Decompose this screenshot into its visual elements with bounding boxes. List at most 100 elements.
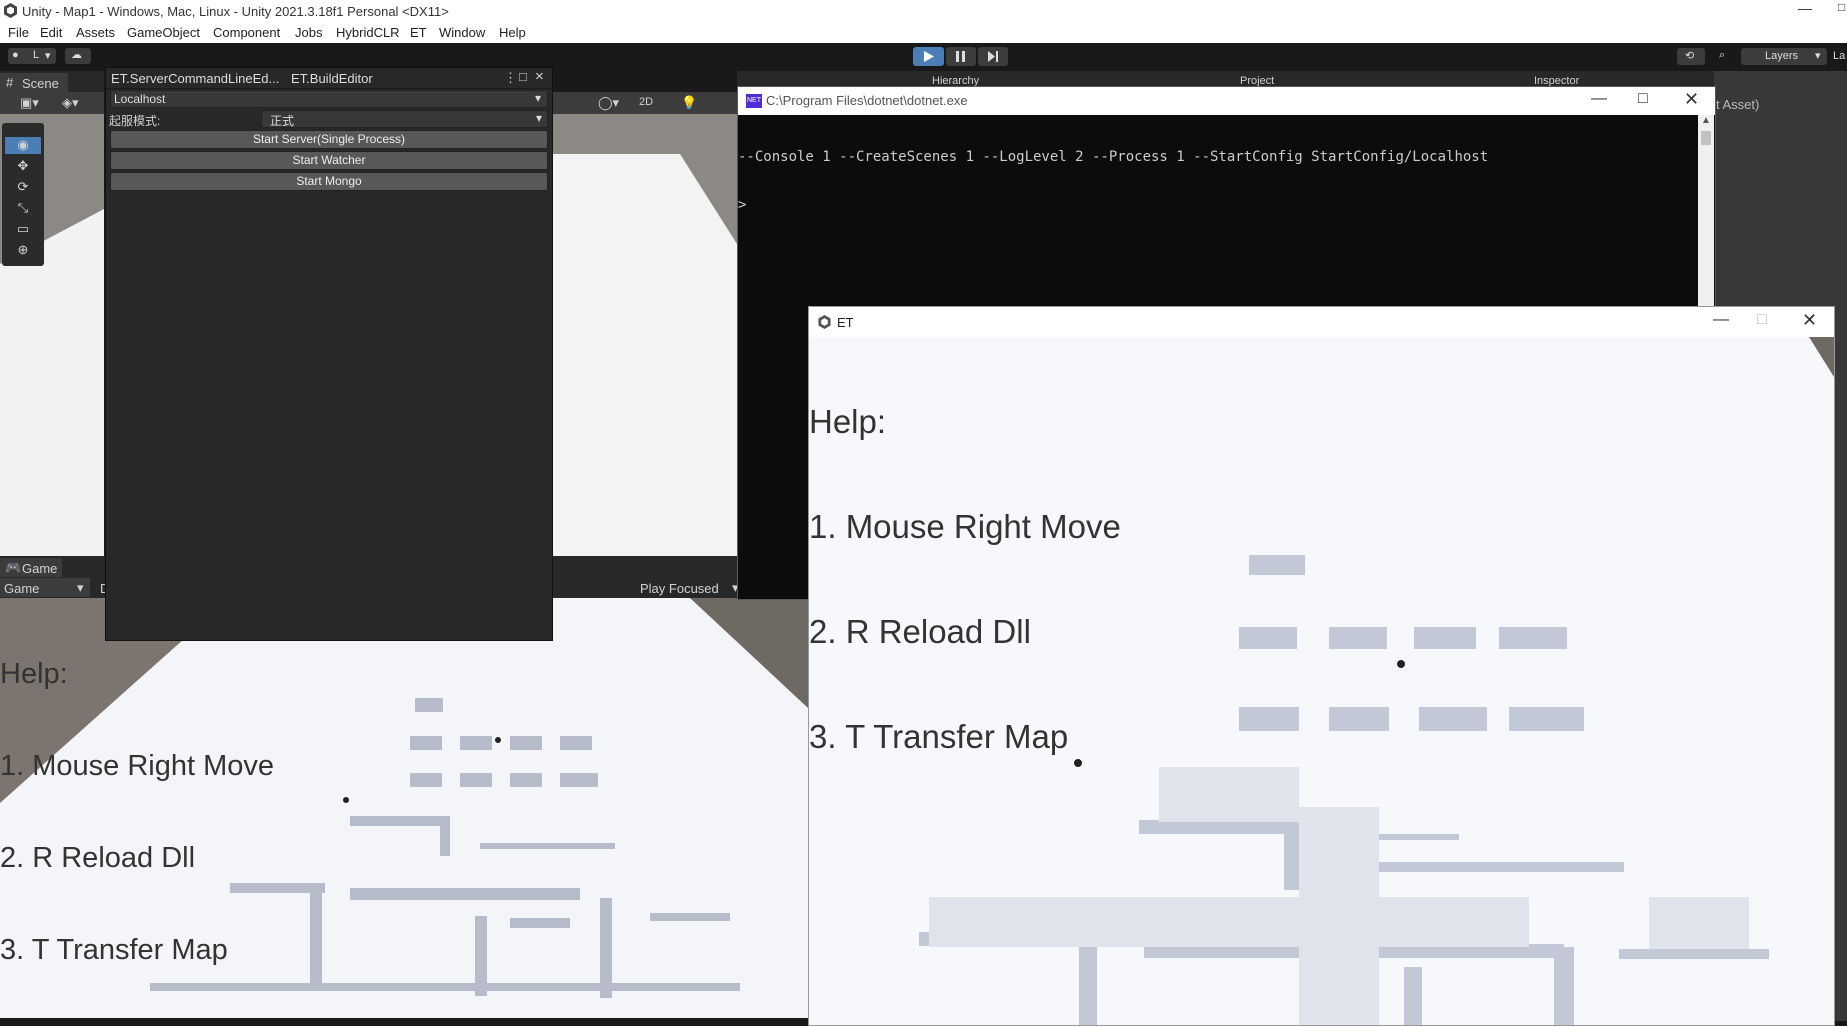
play-button[interactable] xyxy=(913,47,944,66)
chevron-down-icon: ▾ xyxy=(535,91,542,105)
layers-dropdown[interactable]: Layers ▾ xyxy=(1741,48,1827,65)
layers-label: Layers xyxy=(1765,50,1799,62)
account-dropdown[interactable]: ● L ▾ xyxy=(8,48,56,64)
et-game-viewport[interactable]: Help: 1. Mouse Right Move 2. R Reload Dl… xyxy=(809,337,1834,1025)
startup-mode-dropdown[interactable]: 正式 ▾ xyxy=(261,110,548,128)
start-server-button[interactable]: Start Server(Single Process) xyxy=(110,130,548,149)
et-title-bar: ET — □ ✕ xyxy=(809,307,1834,337)
maximize-icon[interactable]: □ xyxy=(1638,90,1648,108)
help-line-2: 2. R Reload Dll xyxy=(0,842,196,874)
more-icon[interactable]: ⋮ xyxy=(504,70,517,86)
start-mongo-button[interactable]: Start Mongo xyxy=(110,172,548,191)
transform-tool-icon[interactable]: ⊕ xyxy=(5,242,41,259)
help-title: Help: xyxy=(0,658,68,690)
et-server-editor-window: ET.ServerCommandLineEd... ET.BuildEditor… xyxy=(105,67,553,641)
layout-dropdown[interactable]: La xyxy=(1831,48,1847,65)
chevron-down-icon: ▾ xyxy=(77,580,84,595)
menu-component[interactable]: Component xyxy=(213,25,280,40)
tab-project[interactable]: Project xyxy=(1240,75,1274,86)
menu-gameobject[interactable]: GameObject xyxy=(127,25,200,40)
console-prompt: > xyxy=(738,197,747,213)
console-output[interactable]: --Console 1 --CreateScenes 1 --LogLevel … xyxy=(738,117,1488,245)
rect-tool-icon[interactable]: ▭ xyxy=(5,221,41,238)
history-button[interactable]: ⟲ xyxy=(1677,48,1705,65)
chevron-down-icon: ▾ xyxy=(536,111,543,125)
maximize-icon[interactable]: □ xyxy=(1838,0,1845,14)
et-help-line-3: 3. T Transfer Map xyxy=(809,718,1069,755)
scene-tools-panel: ◉ ✥ ⟳ ⤡ ▭ ⊕ xyxy=(2,123,44,266)
play-focused-label: Play Focused xyxy=(640,581,719,596)
view-tool-icon[interactable]: ◉ xyxy=(5,137,41,154)
tab-game[interactable]: 🎮 Game xyxy=(0,558,62,577)
step-button[interactable] xyxy=(978,47,1008,66)
scroll-up-icon[interactable]: ▲ xyxy=(1701,115,1711,126)
et-help-line-2: 2. R Reload Dll xyxy=(809,613,1031,650)
menu-assets[interactable]: Assets xyxy=(76,25,115,40)
display-dropdown[interactable]: Game ▾ xyxy=(0,578,90,597)
scene-toolbar-right: ◯▾ 2D 💡 xyxy=(551,92,737,114)
et-window-title: ET xyxy=(837,315,854,330)
unity-logo-icon xyxy=(4,3,17,18)
menu-help[interactable]: Help xyxy=(499,25,526,40)
et-help-title: Help: xyxy=(809,403,887,440)
game-viewport[interactable]: Help: 1. Mouse Right Move 2. R Reload Dl… xyxy=(0,598,808,1018)
editor-tab-bar: ET.ServerCommandLineEd... ET.BuildEditor… xyxy=(106,68,552,89)
cloud-button[interactable]: ☁ xyxy=(65,48,91,64)
gamepad-icon: 🎮 xyxy=(5,560,22,575)
menu-file[interactable]: File xyxy=(8,25,29,40)
tab-scene[interactable]: # Scene xyxy=(0,73,68,92)
tab-inspector[interactable]: Inspector xyxy=(1534,75,1579,86)
close-icon[interactable]: ✕ xyxy=(1802,310,1817,331)
search-icon: ⌕ xyxy=(1719,49,1726,61)
grid-icon: # xyxy=(6,75,14,90)
2d-toggle[interactable]: 2D xyxy=(639,96,653,108)
tab-server-commandline[interactable]: ET.ServerCommandLineEd... xyxy=(111,71,279,86)
scale-tool-icon[interactable]: ⤡ xyxy=(5,200,41,217)
pause-button[interactable] xyxy=(946,47,976,66)
et-game-window: ET — □ ✕ Help: 1. Mouse Right Move 2. R … xyxy=(808,306,1835,1026)
menu-hybridclr[interactable]: HybridCLR xyxy=(336,25,400,40)
search-button[interactable]: ⌕ xyxy=(1715,48,1737,65)
cloud-icon: ☁ xyxy=(71,49,82,61)
close-icon[interactable]: ✕ xyxy=(1684,89,1699,110)
shading-icon[interactable]: ◈▾ xyxy=(62,95,79,111)
scene-viewport-right[interactable] xyxy=(550,114,737,556)
scroll-thumb[interactable] xyxy=(1701,131,1711,145)
et-help-text: Help: 1. Mouse Right Move 2. R Reload Dl… xyxy=(809,339,1121,825)
console-title: C:\Program Files\dotnet\dotnet.exe xyxy=(766,93,968,108)
minimize-icon[interactable]: — xyxy=(1713,311,1729,329)
menu-window[interactable]: Window xyxy=(439,25,485,40)
rotate-tool-icon[interactable]: ⟳ xyxy=(5,179,41,196)
lighting-icon[interactable]: 💡 xyxy=(681,95,697,111)
scene-gizmo-icon[interactable]: ◯▾ xyxy=(598,95,619,111)
step-icon xyxy=(988,51,998,62)
menu-et[interactable]: ET xyxy=(410,25,427,40)
menu-edit[interactable]: Edit xyxy=(40,25,62,40)
maximize-icon[interactable]: □ xyxy=(1757,311,1767,329)
title-bar: Unity - Map1 - Windows, Mac, Linux - Uni… xyxy=(0,0,1847,22)
inspector-asset-label: t Asset) xyxy=(1716,97,1760,112)
server-config-value: Localhost xyxy=(114,92,166,106)
close-icon[interactable]: × xyxy=(535,68,544,85)
maximize-icon[interactable]: □ xyxy=(519,69,527,84)
account-label: L xyxy=(33,49,40,61)
play-focused-dropdown[interactable]: Play Focused ▾ xyxy=(630,578,740,597)
tab-hierarchy[interactable]: Hierarchy xyxy=(932,75,979,86)
startup-mode-value: 正式 xyxy=(270,114,295,128)
play-icon xyxy=(924,51,934,62)
scene-tab-bar: # Scene xyxy=(0,71,104,92)
tab-build-editor[interactable]: ET.BuildEditor xyxy=(291,71,373,86)
gizmo-icon[interactable]: ▣▾ xyxy=(20,95,39,111)
console-title-bar: NET C:\Program Files\dotnet\dotnet.exe —… xyxy=(738,87,1715,115)
minimize-icon[interactable]: — xyxy=(1591,90,1607,108)
chevron-down-icon: ▾ xyxy=(1815,50,1821,62)
start-watcher-button[interactable]: Start Watcher xyxy=(110,151,548,170)
menu-bar: File Edit Assets GameObject Component Jo… xyxy=(0,22,1847,43)
unity-logo-icon xyxy=(818,315,831,329)
console-command-line: --Console 1 --CreateScenes 1 --LogLevel … xyxy=(738,149,1489,165)
history-icon: ⟲ xyxy=(1685,50,1695,62)
menu-jobs[interactable]: Jobs xyxy=(295,25,322,40)
move-tool-icon[interactable]: ✥ xyxy=(5,158,41,175)
server-config-dropdown[interactable]: Localhost ▾ xyxy=(110,90,548,108)
minimize-icon[interactable]: — xyxy=(1798,0,1812,16)
